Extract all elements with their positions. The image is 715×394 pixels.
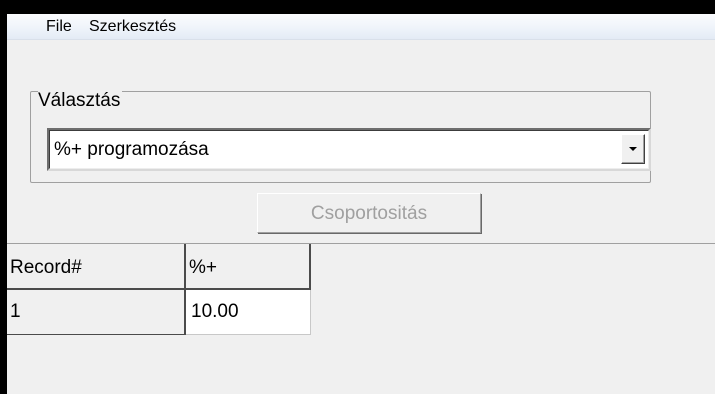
table-cell-percent[interactable]: 10.00	[186, 290, 311, 335]
data-grid[interactable]: Record# %+ 1 10.00	[7, 243, 715, 394]
selection-group-title: Választás	[38, 90, 123, 112]
app-window: File Szerkesztés Választás %+ programozá…	[7, 14, 715, 394]
chevron-down-icon	[629, 147, 637, 151]
menu-file[interactable]: File	[46, 18, 72, 36]
row-header-cell[interactable]: 1	[7, 290, 186, 335]
combobox-selected-value: %+ programozása	[54, 139, 209, 160]
menu-edit[interactable]: Szerkesztés	[89, 18, 176, 36]
column-header-percent[interactable]: %+	[186, 244, 311, 290]
menu-bar: File Szerkesztés	[7, 14, 715, 40]
group-button[interactable]: Csoportositás	[257, 193, 481, 233]
column-header-record[interactable]: Record#	[7, 244, 186, 290]
combobox-dropdown-button[interactable]	[621, 134, 645, 164]
selection-combobox[interactable]: %+ programozása	[47, 128, 651, 171]
group-button-label: Csoportositás	[310, 203, 428, 224]
